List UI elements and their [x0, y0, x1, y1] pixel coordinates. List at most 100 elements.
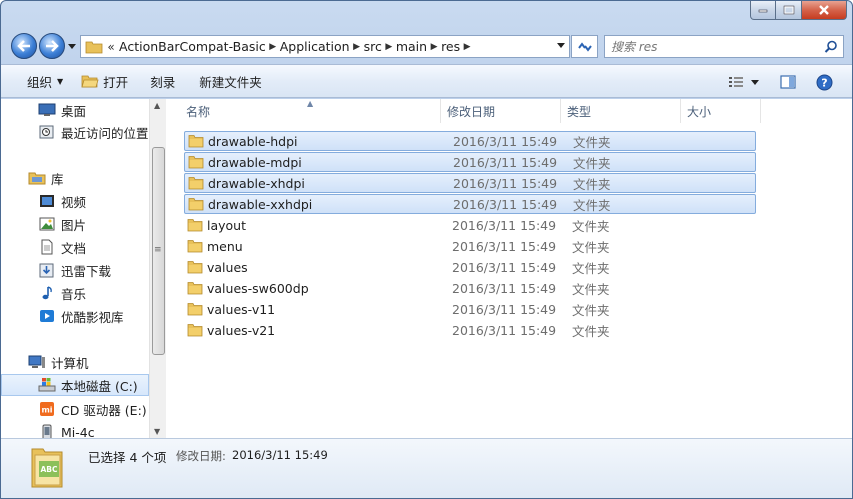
sidebar-item-pictures[interactable]: 图片	[1, 213, 149, 235]
sidebar-item-local-disk[interactable]: 本地磁盘 (C:)	[1, 374, 149, 396]
navigation-scrollbar[interactable]: ▲ ≡ ▼	[149, 99, 166, 438]
folder-icon	[187, 240, 203, 253]
file-row[interactable]: menu 2016/3/11 15:49 文件夹	[184, 236, 756, 256]
column-header-type[interactable]: 类型	[561, 99, 681, 123]
sidebar-item-thunder[interactable]: 迅雷下载	[1, 259, 149, 281]
scroll-grip-icon: ≡	[154, 245, 162, 255]
address-bar[interactable]: « ActionBarCompat-Basic ▶ Application ▶ …	[80, 35, 570, 58]
file-date: 2016/3/11 15:49	[452, 217, 557, 233]
new-folder-button[interactable]: 新建文件夹	[190, 68, 271, 94]
breadcrumb-separator-icon[interactable]: ▶	[266, 42, 280, 52]
preview-pane-button[interactable]	[773, 69, 803, 95]
maximize-button[interactable]	[776, 1, 802, 20]
column-header-modified[interactable]: 修改日期	[441, 99, 561, 123]
file-type: 文件夹	[572, 260, 610, 276]
search-input[interactable]	[611, 38, 816, 55]
search-box[interactable]	[604, 35, 844, 58]
sidebar-item-label: 计算机	[51, 355, 89, 371]
file-date: 2016/3/11 15:49	[452, 280, 557, 296]
forward-button[interactable]	[39, 33, 65, 59]
recent-pages-dropdown[interactable]	[67, 41, 77, 51]
breadcrumb-item[interactable]: Application	[280, 39, 350, 54]
picture-icon	[38, 216, 56, 232]
toolbar-right: ?	[721, 69, 852, 95]
sidebar-item-label: 文档	[61, 240, 87, 256]
chevron-down-icon	[751, 79, 759, 85]
file-date: 2016/3/11 15:49	[452, 322, 557, 338]
folder-icon	[187, 261, 203, 274]
address-history-dropdown[interactable]	[557, 41, 565, 51]
breadcrumb-separator-icon[interactable]: ▶	[460, 42, 474, 52]
change-view-button[interactable]	[721, 69, 751, 95]
sidebar-item-computer[interactable]: 计算机	[1, 351, 149, 373]
file-row[interactable]: drawable-xxhdpi 2016/3/11 15:49 文件夹	[184, 194, 756, 214]
file-date: 2016/3/11 15:49	[452, 301, 557, 317]
breadcrumb-separator-icon[interactable]: ▶	[350, 42, 364, 52]
burn-button[interactable]: 刻录	[141, 68, 184, 94]
document-icon	[38, 239, 56, 255]
sidebar-item-recent[interactable]: 最近访问的位置	[1, 121, 149, 143]
sidebar-item-label: 音乐	[61, 286, 87, 302]
chevron-down-icon	[557, 43, 565, 48]
help-button[interactable]: ?	[809, 69, 840, 95]
file-list: ▲ 名称 修改日期 类型 大小 drawable-hdpi 2016/3/11 1…	[167, 99, 852, 438]
details-date-label: 修改日期:	[176, 449, 226, 463]
sidebar-item-videos[interactable]: 视频	[1, 190, 149, 212]
minimize-button[interactable]	[750, 1, 776, 20]
sidebar-item-youku[interactable]: 优酷影视库	[1, 305, 149, 327]
breadcrumb-item[interactable]: res	[441, 39, 460, 54]
back-button[interactable]	[11, 33, 37, 59]
navigation-bar: « ActionBarCompat-Basic ▶ Application ▶ …	[1, 31, 852, 63]
breadcrumb-item[interactable]: src	[364, 39, 382, 54]
organize-button[interactable]: 组织 ▼	[18, 68, 72, 94]
breadcrumb-separator-icon[interactable]: ▶	[382, 42, 396, 52]
sidebar-item-label: 库	[51, 171, 64, 187]
file-name: drawable-xxhdpi	[208, 196, 313, 212]
file-date: 2016/3/11 15:49	[453, 133, 558, 149]
file-row[interactable]: drawable-xhdpi 2016/3/11 15:49 文件夹	[184, 173, 756, 193]
column-header-name[interactable]: 名称	[180, 99, 441, 123]
file-row[interactable]: drawable-mdpi 2016/3/11 15:49 文件夹	[184, 152, 756, 172]
sidebar-item-documents[interactable]: 文档	[1, 236, 149, 258]
file-name: drawable-hdpi	[208, 133, 298, 149]
folder-icon	[187, 303, 203, 316]
breadcrumb-overflow[interactable]: «	[103, 40, 119, 54]
file-name: values-v11	[207, 301, 276, 317]
breadcrumb-item[interactable]: ActionBarCompat-Basic	[119, 39, 266, 54]
file-row[interactable]: drawable-hdpi 2016/3/11 15:49 文件夹	[184, 131, 756, 151]
view-options-dropdown[interactable]	[751, 69, 767, 95]
file-type: 文件夹	[572, 218, 610, 234]
file-row[interactable]: layout 2016/3/11 15:49 文件夹	[184, 215, 756, 235]
close-button[interactable]	[802, 1, 847, 20]
sidebar-item-label: 桌面	[61, 103, 87, 119]
sidebar-item-label: 迅雷下载	[61, 263, 112, 279]
chevron-down-icon	[68, 43, 76, 49]
file-row[interactable]: values-sw600dp 2016/3/11 15:49 文件夹	[184, 278, 756, 298]
breadcrumb-item[interactable]: main	[396, 39, 427, 54]
scroll-down-icon[interactable]: ▼	[154, 427, 160, 436]
sidebar-item-music[interactable]: 音乐	[1, 282, 149, 304]
file-type: 文件夹	[573, 155, 611, 171]
sidebar-item-desktop[interactable]: 桌面	[1, 99, 149, 121]
file-name: values-sw600dp	[207, 280, 309, 296]
refresh-button[interactable]	[571, 35, 598, 58]
file-row[interactable]: values-v21 2016/3/11 15:49 文件夹	[184, 320, 756, 340]
sidebar-item-label: 图片	[61, 217, 87, 233]
sidebar-item-phone[interactable]: Mi-4c	[1, 421, 149, 438]
youku-icon	[38, 308, 56, 324]
column-header-size[interactable]: 大小	[681, 99, 761, 123]
file-name: values-v21	[207, 322, 276, 338]
file-row[interactable]: values 2016/3/11 15:49 文件夹	[184, 257, 756, 277]
scroll-up-icon[interactable]: ▲	[154, 101, 160, 110]
sidebar-item-cd-drive[interactable]: mi CD 驱动器 (E:) X	[1, 398, 149, 420]
file-name: menu	[207, 238, 243, 254]
column-header-label: 修改日期	[447, 104, 496, 119]
open-button[interactable]: 打开	[72, 68, 137, 94]
library-icon	[28, 170, 46, 186]
sidebar-item-libraries[interactable]: 库	[1, 167, 149, 189]
file-row[interactable]: values-v11 2016/3/11 15:49 文件夹	[184, 299, 756, 319]
breadcrumb-separator-icon[interactable]: ▶	[427, 42, 441, 52]
maximize-icon	[783, 5, 794, 15]
details-date-value: 2016/3/11 15:49	[232, 448, 328, 462]
file-type: 文件夹	[572, 323, 610, 339]
